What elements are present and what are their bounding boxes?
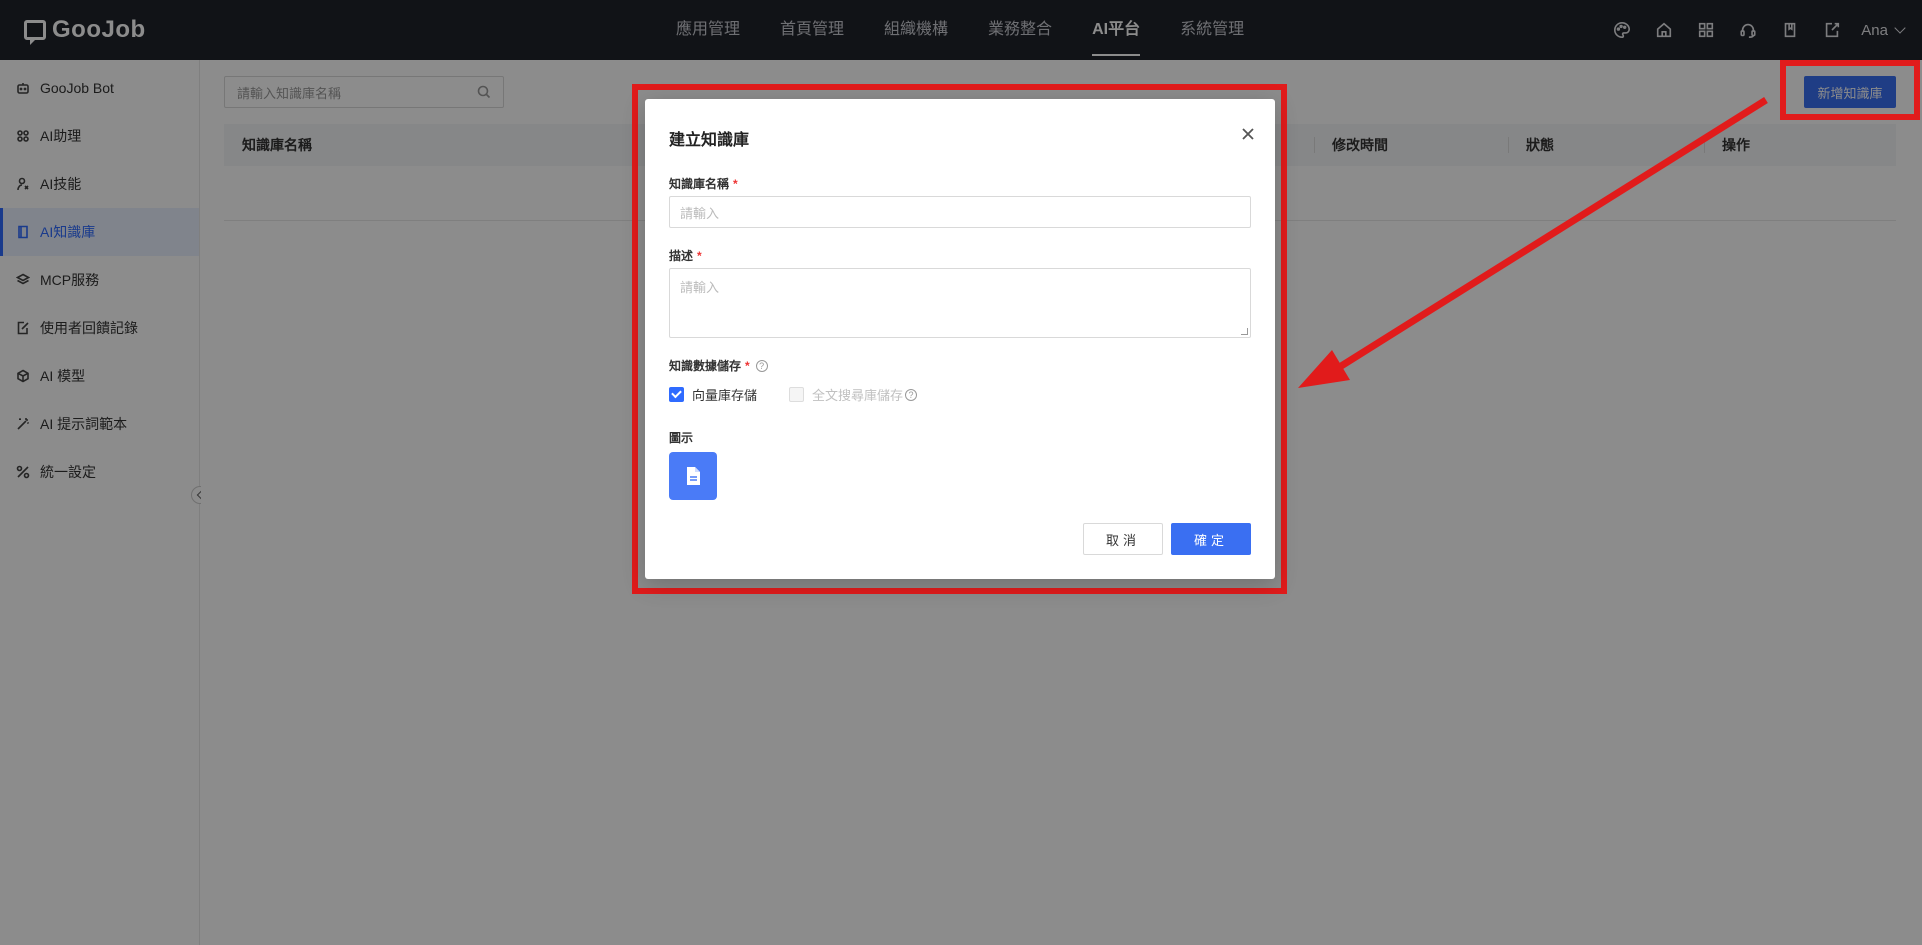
icon-field-label: 圖示 bbox=[669, 431, 694, 445]
help-icon[interactable]: ? bbox=[755, 360, 768, 372]
description-label-text: 描述 bbox=[669, 249, 694, 263]
storage-label-text: 知識數據儲存 bbox=[669, 359, 742, 373]
cancel-button[interactable]: 取消 bbox=[1083, 523, 1163, 555]
dialog-title: 建立知識庫 bbox=[669, 132, 750, 149]
required-mark: * bbox=[745, 359, 750, 373]
highlight-box-add-button bbox=[1780, 60, 1920, 120]
vector-storage-label[interactable]: 向量庫存儲 bbox=[692, 385, 757, 404]
description-textarea[interactable]: 請輸入 bbox=[669, 268, 1251, 338]
storage-options: 向量庫存儲 全文搜尋庫儲存 ? bbox=[669, 385, 918, 404]
fulltext-storage-checkbox bbox=[789, 387, 805, 402]
knowledge-base-name-input[interactable]: 請輸入 bbox=[669, 196, 1251, 228]
name-placeholder: 請輸入 bbox=[680, 205, 720, 221]
confirm-button[interactable]: 確定 bbox=[1171, 523, 1251, 555]
required-mark: * bbox=[697, 249, 702, 263]
fulltext-storage-label: 全文搜尋庫儲存 bbox=[812, 388, 904, 403]
name-label-text: 知識庫名稱 bbox=[669, 177, 730, 191]
close-icon[interactable] bbox=[1241, 127, 1255, 141]
description-placeholder: 請輸入 bbox=[680, 280, 720, 295]
create-knowledge-base-dialog: 建立知識庫 知識庫名稱 * 請輸入 描述 * 請輸入 知識數據儲存 *? 向量庫存儲 … bbox=[645, 99, 1275, 579]
required-mark: * bbox=[733, 177, 738, 191]
help-icon[interactable]: ? bbox=[905, 388, 918, 401]
description-field-label: 描述 * bbox=[669, 247, 702, 264]
storage-field-label: 知識數據儲存 *? bbox=[669, 357, 768, 374]
document-icon[interactable] bbox=[669, 452, 717, 500]
name-field-label: 知識庫名稱 * bbox=[669, 175, 738, 192]
vector-storage-checkbox[interactable] bbox=[669, 387, 684, 402]
